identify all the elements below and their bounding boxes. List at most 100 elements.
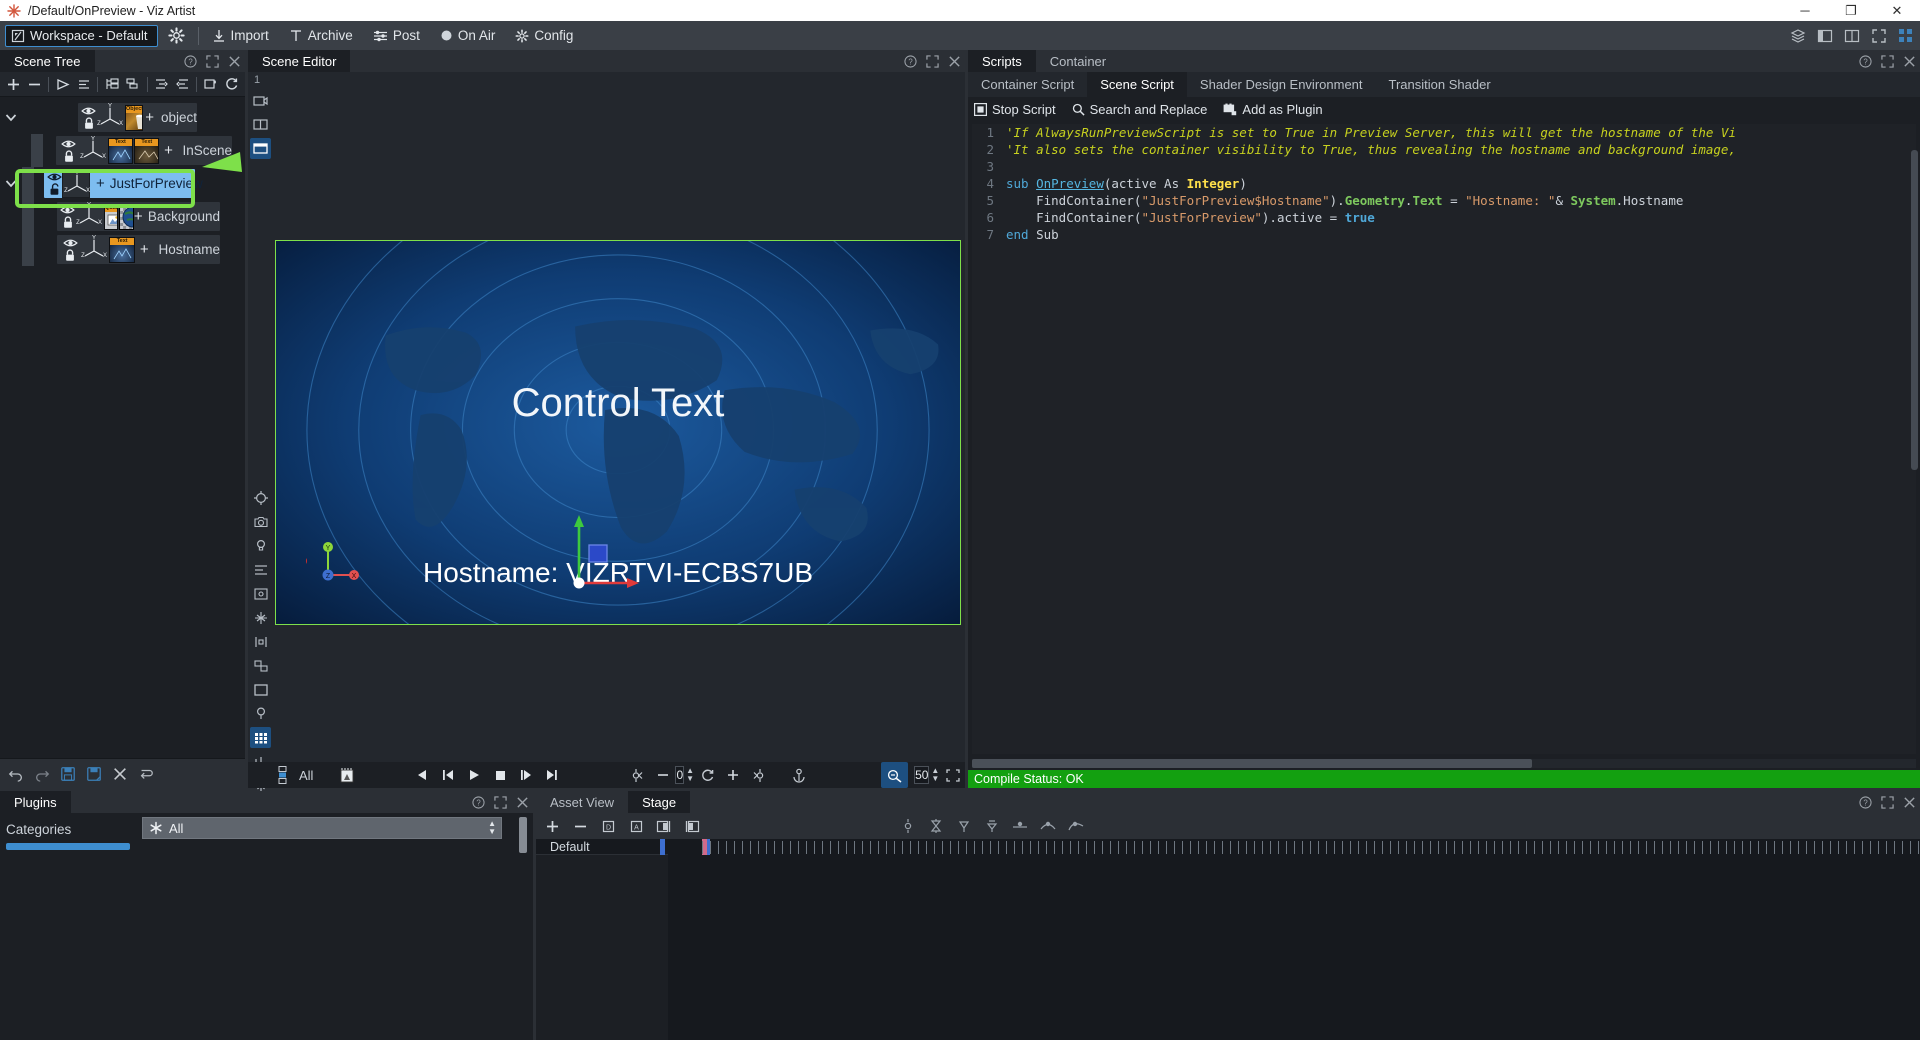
add-director-icon[interactable]: D [598,816,618,836]
menu-item-on-air[interactable]: On Air [430,21,506,50]
step-back-button[interactable] [409,762,435,788]
maximize-panel-icon[interactable] [1881,55,1894,68]
target-icon[interactable] [250,487,271,508]
help-icon[interactable]: ? [472,796,485,809]
maximize-panel-icon[interactable] [494,796,507,809]
increment-button[interactable] [721,762,745,788]
stop-button[interactable] [488,762,513,788]
help-icon[interactable]: ? [904,55,917,68]
add-child-icon-justforpreview[interactable]: + [96,175,105,192]
undo-icon[interactable] [8,766,24,782]
keyframe-right-icon[interactable] [745,762,773,788]
expander-justforpreview[interactable] [0,167,22,200]
spline-icon[interactable] [1066,816,1086,836]
lock-closed-icon[interactable] [62,216,74,229]
tree-item-justforpreview[interactable]: Y X Z + JustForPreview [44,169,195,198]
pin-icon[interactable] [250,703,271,724]
code-vertical-scrollbar[interactable] [1911,150,1918,470]
hourglass-icon[interactable] [926,816,946,836]
code-horizontal-scrollbar[interactable] [972,759,1532,768]
maximize-panel-icon[interactable] [926,55,939,68]
camera-icon[interactable] [250,511,271,532]
subtab-scene-script[interactable]: Scene Script [1087,72,1187,97]
grid-toggle-icon[interactable] [250,727,271,748]
grid-layout-icon[interactable] [1844,28,1860,44]
tree-item-object[interactable]: Y X Z Object + [78,103,197,132]
merge-icon[interactable] [138,766,154,782]
eye-icon[interactable] [81,106,96,116]
snapshot-icon[interactable] [333,762,361,788]
smooth-icon[interactable] [1038,816,1058,836]
stage-in-icon[interactable] [654,816,674,836]
close-panel-icon[interactable] [228,55,241,68]
distribute-icon[interactable] [250,631,271,652]
stage-timeline[interactable] [668,839,1920,1040]
close-panel-icon[interactable] [516,796,529,809]
scene-viewport[interactable]: Control Text Hostname: VIZRTVI-ECBS7UB Y [275,240,961,625]
center-icon[interactable] [250,607,271,628]
lock-closed-icon[interactable] [63,150,75,163]
snapshot-icon[interactable] [201,74,221,95]
delete-icon[interactable] [112,766,128,782]
fit-to-view-icon[interactable] [939,762,967,788]
lock-closed-icon[interactable] [83,117,95,130]
scene-editor-canvas[interactable]: 1 [248,72,965,762]
rotate-icon[interactable] [694,762,721,788]
eye-icon[interactable] [63,238,78,248]
menu-item-import[interactable]: Import [202,21,279,50]
snap-icon[interactable] [250,655,271,676]
frame-icon[interactable] [250,679,271,700]
tab-plugins[interactable]: Plugins [0,791,71,813]
light-icon[interactable] [250,535,271,556]
anchor-icon[interactable] [785,762,813,788]
go-to-start-button[interactable] [435,762,461,788]
go-to-end-button[interactable] [539,762,565,788]
tab-asset-view[interactable]: Asset View [536,791,628,813]
script-code-editor[interactable]: 1 'If AlwaysRunPreviewScript is set to T… [972,124,1916,754]
tree-collapse-icon[interactable] [123,74,143,95]
tree-row[interactable]: Y X Z Quad [0,200,245,233]
lock-open-icon[interactable] [49,183,61,196]
layout-grid-icon[interactable] [250,114,271,135]
save-icon[interactable] [60,766,76,782]
stage-out-icon[interactable] [682,816,702,836]
zoom-mode-button[interactable] [881,762,908,788]
menu-item-config[interactable]: Config [505,21,583,50]
refresh-icon[interactable] [221,74,241,95]
ease-out-icon[interactable] [982,816,1002,836]
set-keyframe-icon[interactable] [623,762,651,788]
add-child-icon-inscene[interactable]: + [159,142,177,159]
tree-row[interactable]: Y X Z Object + [0,101,245,134]
zoom-value-field[interactable]: 50 [914,766,929,784]
tab-scene-tree[interactable]: Scene Tree [0,50,95,72]
help-icon[interactable]: ? [1859,796,1872,809]
plugins-filter-select[interactable]: All ▲ ▼ [142,817,502,839]
subtab-shader-design-environment[interactable]: Shader Design Environment [1187,72,1376,97]
tree-row[interactable]: Y X Z Text + Hostname [0,233,245,266]
eye-icon[interactable] [47,172,62,182]
tree-item-background[interactable]: Y X Z Quad [57,202,220,231]
tab-scripts[interactable]: Scripts [968,50,1036,72]
frame-value-field[interactable]: 0 [675,766,684,784]
help-icon[interactable]: ? [1859,55,1872,68]
tab-stage[interactable]: Stage [628,791,690,813]
transform-gizmo[interactable] [531,513,641,603]
help-icon[interactable]: ? [184,55,197,68]
visibility-lock-group-background[interactable] [60,202,75,231]
remove-container-icon[interactable] [25,74,45,95]
tab-container[interactable]: Container [1036,50,1120,72]
align-icon[interactable] [250,559,271,580]
zoom-spinner[interactable]: ▲▼ [931,767,939,783]
eye-icon[interactable] [61,139,76,149]
workspace-settings-button[interactable] [158,21,195,50]
add-action-icon[interactable]: A [626,816,646,836]
workspace-selector[interactable]: Workspace - Default [5,25,158,47]
key-icon[interactable] [898,816,918,836]
maximize-panel-icon[interactable] [1881,796,1894,809]
close-button[interactable]: ✕ [1874,0,1920,21]
add-child-icon-background[interactable]: + [134,208,143,225]
add-container-icon[interactable] [4,74,24,95]
ease-in-icon[interactable] [954,816,974,836]
eye-icon[interactable] [60,205,75,215]
frame-spinner[interactable]: ▲▼ [686,767,694,783]
